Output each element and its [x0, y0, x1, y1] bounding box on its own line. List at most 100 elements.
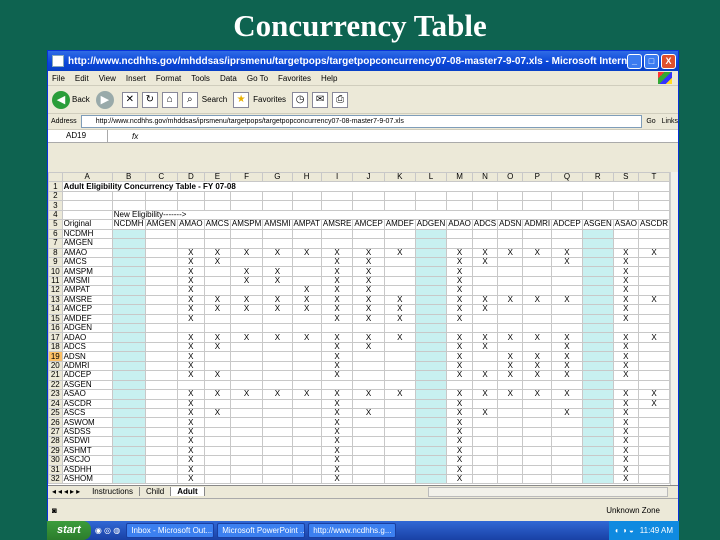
- sheet-cell[interactable]: [414, 238, 448, 249]
- row-label-cell[interactable]: Original: [61, 219, 113, 230]
- sheet-cell[interactable]: X: [471, 389, 499, 400]
- sheet-cell[interactable]: [581, 200, 614, 211]
- sheet-cell[interactable]: [352, 322, 385, 334]
- sheet-cell[interactable]: ASCDR: [637, 219, 670, 230]
- sheet-cell[interactable]: [522, 426, 553, 438]
- sheet-cell[interactable]: AMGEN: [144, 219, 178, 230]
- sheet-cell[interactable]: [497, 464, 524, 476]
- sheet-cell[interactable]: [262, 200, 293, 211]
- sheet-cell[interactable]: [144, 190, 178, 202]
- sheet-cell[interactable]: AMCEP: [352, 219, 385, 230]
- sheet-cell[interactable]: [414, 389, 448, 400]
- sheet-cell[interactable]: [111, 332, 146, 343]
- sheet-cell[interactable]: [446, 322, 473, 334]
- sheet-cell[interactable]: X: [446, 389, 473, 400]
- sheet-cell[interactable]: [229, 351, 264, 362]
- sheet-cell[interactable]: [291, 256, 322, 268]
- spreadsheet-grid[interactable]: ABCDEFGHIJKLMNOPQRST 1 Adult Eligibility …: [48, 172, 670, 485]
- row-header[interactable]: 21: [48, 370, 63, 381]
- sheet-cell[interactable]: X: [320, 473, 354, 485]
- sheet-cell[interactable]: [262, 436, 293, 447]
- sheet-cell[interactable]: X: [612, 464, 639, 476]
- vertical-scrollbar[interactable]: [670, 172, 678, 485]
- sheet-cell[interactable]: [229, 426, 264, 438]
- sheet-cell[interactable]: [352, 360, 385, 372]
- row-label-cell[interactable]: AMSRE: [61, 294, 113, 306]
- sheet-cell[interactable]: [471, 464, 499, 476]
- sheet-cell[interactable]: X: [352, 304, 385, 315]
- sheet-cell[interactable]: X: [176, 256, 205, 268]
- sheet-cell[interactable]: [497, 473, 524, 485]
- sheet-cell[interactable]: [414, 304, 448, 315]
- sheet-cell[interactable]: [111, 341, 146, 353]
- sheet-cell[interactable]: [203, 360, 231, 372]
- sheet-cell[interactable]: [551, 228, 583, 240]
- sheet-cell[interactable]: X: [203, 407, 231, 419]
- sheet-cell[interactable]: [637, 228, 670, 240]
- sheet-cell[interactable]: X: [203, 247, 231, 258]
- sheet-cell[interactable]: X: [176, 445, 205, 457]
- sheet-cell[interactable]: [581, 294, 614, 306]
- sheet-cell[interactable]: X: [320, 313, 354, 325]
- sheet-cell[interactable]: [471, 228, 499, 240]
- sheet-cell[interactable]: X: [176, 398, 205, 409]
- sheet-cell[interactable]: X: [352, 247, 385, 258]
- sheet-cell[interactable]: X: [612, 304, 639, 315]
- sheet-cell[interactable]: X: [637, 294, 670, 306]
- column-header-F[interactable]: F: [229, 172, 264, 183]
- row-header[interactable]: 8: [48, 247, 63, 258]
- sheet-cell[interactable]: [581, 389, 614, 400]
- sheet-cell[interactable]: X: [176, 407, 205, 419]
- home-icon[interactable]: ⌂: [161, 91, 178, 108]
- sheet-cell[interactable]: [144, 238, 178, 249]
- column-header-J[interactable]: J: [352, 172, 385, 183]
- sheet-cell[interactable]: [497, 426, 524, 438]
- sheet-cell[interactable]: X: [352, 275, 385, 287]
- sheet-cell[interactable]: [581, 322, 614, 334]
- start-button[interactable]: start: [47, 521, 91, 540]
- sheet-cell[interactable]: X: [262, 247, 293, 258]
- sheet-cell[interactable]: [111, 313, 146, 325]
- sheet-cell[interactable]: [637, 370, 670, 381]
- sheet-cell[interactable]: X: [522, 370, 553, 381]
- menu-edit[interactable]: Edit: [75, 74, 89, 83]
- row-label-cell[interactable]: AMDEF: [61, 313, 113, 325]
- sheet-cell[interactable]: [291, 238, 322, 249]
- sheet-cell[interactable]: X: [291, 294, 322, 306]
- menu-help[interactable]: Help: [321, 74, 337, 83]
- row-header[interactable]: 5: [48, 219, 63, 230]
- sheet-cell[interactable]: X: [229, 332, 264, 343]
- sheet-cell[interactable]: X: [352, 341, 385, 353]
- horizontal-scrollbar[interactable]: [428, 486, 668, 497]
- row-header[interactable]: 24: [48, 398, 63, 409]
- sheet-cell[interactable]: [551, 190, 583, 202]
- sheet-cell[interactable]: X: [176, 341, 205, 353]
- sheet-cell[interactable]: X: [203, 341, 231, 353]
- sheet-cell[interactable]: [551, 464, 583, 476]
- task-powerpoint[interactable]: Microsoft PowerPoint ...: [217, 523, 306, 538]
- sheet-cell[interactable]: X: [383, 389, 416, 400]
- sheet-cell[interactable]: [637, 275, 670, 287]
- minimize-button[interactable]: _: [627, 53, 642, 69]
- sheet-cell[interactable]: X: [446, 351, 473, 362]
- sheet-cell[interactable]: [144, 313, 178, 325]
- sheet-cell[interactable]: ADSN: [497, 219, 524, 230]
- sheet-cell[interactable]: [497, 256, 524, 268]
- row-header[interactable]: 16: [48, 322, 63, 334]
- sheet-cell[interactable]: [111, 370, 146, 381]
- column-header-E[interactable]: E: [203, 172, 231, 183]
- sheet-cell[interactable]: [414, 436, 448, 447]
- sheet-cell[interactable]: [522, 266, 553, 277]
- sheet-cell[interactable]: [471, 379, 499, 391]
- row-header[interactable]: 2: [48, 190, 63, 202]
- sheet-cell[interactable]: [144, 407, 178, 419]
- sheet-cell[interactable]: X: [612, 436, 639, 447]
- sheet-cell[interactable]: X: [446, 360, 473, 372]
- sheet-cell[interactable]: [176, 238, 205, 249]
- column-header-M[interactable]: M: [446, 172, 473, 183]
- sheet-cell[interactable]: [497, 398, 524, 409]
- sheet-cell[interactable]: [203, 455, 231, 466]
- sheet-cell[interactable]: [111, 426, 146, 438]
- sheet-cell[interactable]: [522, 190, 553, 202]
- sheet-cell[interactable]: ADGEN: [414, 219, 448, 230]
